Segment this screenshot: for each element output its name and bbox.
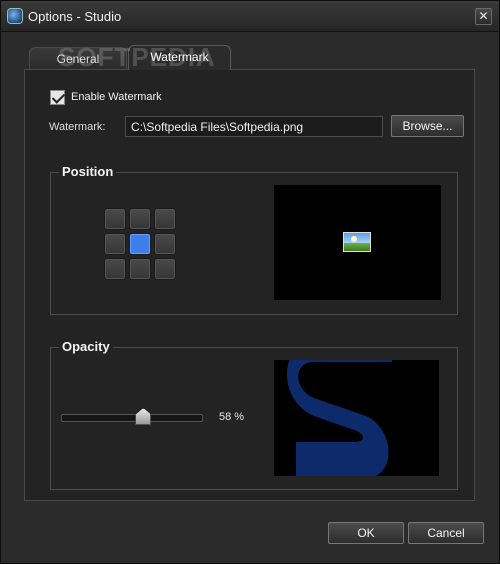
app-icon — [7, 8, 23, 24]
watermark-path-input[interactable] — [125, 116, 383, 137]
window-title: Options - Studio — [28, 9, 122, 24]
position-preview — [274, 185, 441, 300]
position-cell-middle-left[interactable] — [104, 233, 126, 255]
position-cell-top-right[interactable] — [154, 208, 176, 230]
enable-watermark-checkbox[interactable] — [50, 90, 65, 105]
position-cell-bottom-center[interactable] — [129, 258, 151, 280]
position-grid — [104, 208, 176, 280]
position-cell-middle-center[interactable] — [129, 233, 151, 255]
position-cell-top-left[interactable] — [104, 208, 126, 230]
softpedia-logo-icon — [287, 360, 392, 476]
browse-button[interactable]: Browse... — [391, 115, 464, 137]
opacity-slider-track[interactable] — [61, 414, 203, 422]
position-cell-middle-right[interactable] — [154, 233, 176, 255]
tab-general[interactable]: General — [29, 47, 127, 70]
watermark-thumbnail-icon — [343, 232, 371, 252]
ok-button[interactable]: OK — [328, 522, 404, 544]
watermark-field-label: Watermark: — [49, 121, 106, 133]
tab-watermark[interactable]: Watermark — [128, 45, 231, 70]
position-cell-bottom-left[interactable] — [104, 258, 126, 280]
enable-watermark-label[interactable]: Enable Watermark — [71, 91, 162, 103]
opacity-value: 58 % — [219, 411, 245, 423]
opacity-group-title: Opacity — [59, 339, 113, 354]
position-cell-top-center[interactable] — [129, 208, 151, 230]
position-cell-bottom-right[interactable] — [154, 258, 176, 280]
opacity-preview — [274, 360, 439, 476]
title-bar[interactable]: Options - Studio ✕ — [1, 1, 499, 32]
cancel-button[interactable]: Cancel — [408, 522, 484, 544]
close-button[interactable]: ✕ — [475, 8, 492, 25]
position-group-title: Position — [59, 164, 117, 179]
